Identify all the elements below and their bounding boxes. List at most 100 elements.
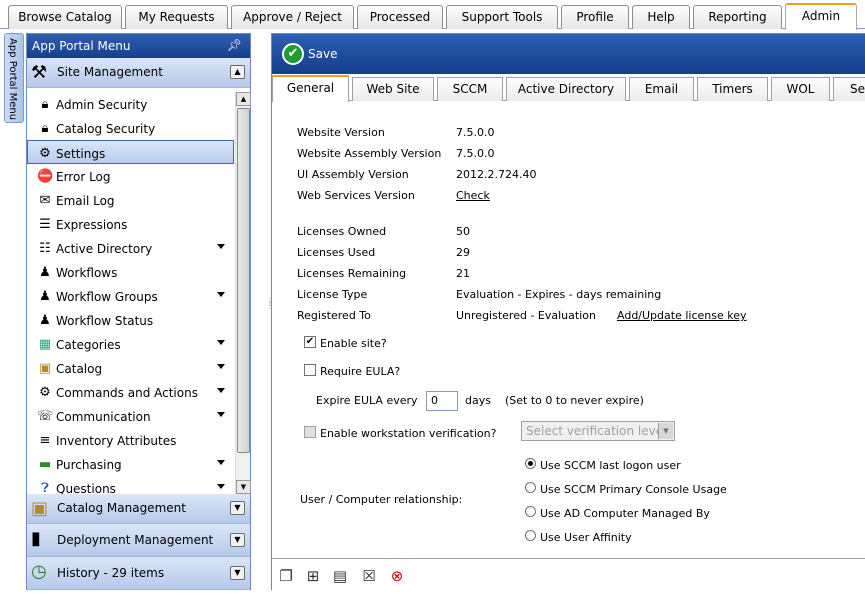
tab-wol[interactable]: WOL [771, 77, 830, 101]
app-portal-menu-strip[interactable]: App Portal Menu [4, 33, 24, 123]
enable-ws-verification-label: Enable workstation verification? [320, 427, 497, 440]
tile-windows-icon[interactable]: ⊞ [301, 565, 325, 587]
toolbar: ✔ Save [272, 34, 865, 74]
menu-item-workflows[interactable]: ♟ Workflows [27, 260, 237, 284]
web-services-label: Web Services Version [297, 189, 415, 202]
expand-catalog-management-button[interactable]: ▼ [230, 501, 245, 515]
menu-item-catalog-security[interactable]: 🔒︎ Catalog Security [27, 116, 237, 140]
close-window-icon[interactable]: ☒ [357, 565, 381, 587]
enable-site-checkbox[interactable]: ✔ [304, 336, 316, 348]
menu-scrollbar[interactable]: ▲ ▼ [235, 92, 251, 494]
expand-deployment-management-button[interactable]: ▼ [230, 533, 245, 547]
close-all-icon[interactable]: ⊗ [385, 565, 409, 587]
chevron-down-icon[interactable] [217, 412, 225, 417]
add-update-license-link[interactable]: Add/Update license key [617, 309, 747, 322]
menu-item-questions[interactable]: ❓︎ Questions [27, 476, 237, 494]
registered-to-value: Unregistered - Evaluation [456, 309, 596, 322]
tab-sccm[interactable]: SCCM [437, 77, 503, 101]
menu-item-workflow-groups[interactable]: ♟ Workflow Groups [27, 284, 237, 308]
group-deployment-management[interactable]: ▮ Deployment Management ▼ [27, 524, 250, 557]
group-site-management[interactable]: ⚒ Site Management ▲ [27, 58, 250, 88]
chevron-down-icon[interactable] [217, 388, 225, 393]
radio-sccm-primary-console[interactable] [525, 482, 536, 493]
tab-reporting[interactable]: Reporting [693, 5, 782, 29]
tab-general[interactable]: General [272, 75, 349, 102]
gear-icon: ⚙ [39, 146, 51, 161]
group-history[interactable]: ◷ History - 29 items ▼ [27, 557, 250, 590]
collapse-site-management-button[interactable]: ▲ [230, 65, 245, 79]
radio-sccm-last-logon[interactable] [525, 458, 536, 469]
group-catalog-management[interactable]: ▣ Catalog Management ▼ [27, 494, 250, 524]
chevron-down-icon[interactable] [217, 292, 225, 297]
menu-item-expressions[interactable]: ☰ Expressions [27, 212, 237, 236]
tab-approve-reject[interactable]: Approve / Reject [231, 5, 354, 29]
license-type-label: License Type [297, 288, 368, 301]
top-tab-bar: Browse Catalog My Requests Approve / Rej… [0, 0, 865, 30]
chevron-down-icon[interactable] [217, 364, 225, 369]
side-strip-label: App Portal Menu [7, 38, 18, 121]
menu-item-workflow-status[interactable]: ♟ Workflow Status [27, 308, 237, 332]
expand-history-button[interactable]: ▼ [230, 566, 245, 580]
verification-level-select[interactable]: Select verification level ▼ [521, 421, 675, 441]
licenses-owned-label: Licenses Owned [297, 225, 387, 238]
radio-ad-computer-managed-by-label: Use AD Computer Managed By [540, 507, 710, 520]
pin-icon[interactable]: 📌︎ [227, 38, 242, 52]
menu-item-commands-and-actions[interactable]: ⚙ Commands and Actions [27, 380, 237, 404]
menu-item-admin-security[interactable]: 🔒︎ Admin Security [27, 92, 237, 116]
expire-eula-input[interactable]: 0 [426, 391, 458, 411]
licenses-remaining-label: Licenses Remaining [297, 267, 407, 280]
settings-tabs: General Web Site SCCM Active Directory E… [272, 74, 865, 102]
menu-item-label: Catalog Security [56, 122, 156, 136]
tools-icon: ⚒ [31, 62, 48, 83]
scroll-thumb[interactable] [237, 108, 250, 453]
radio-ad-computer-managed-by[interactable] [525, 506, 536, 517]
tab-my-requests[interactable]: My Requests [125, 5, 228, 29]
menu-item-categories[interactable]: ▦ Categories [27, 332, 237, 356]
tab-email[interactable]: Email [629, 77, 694, 101]
gears-icon: ⚙ [39, 385, 51, 400]
radio-sccm-last-logon-label: Use SCCM last logon user [540, 459, 681, 472]
tab-active-directory[interactable]: Active Directory [506, 77, 626, 101]
chevron-down-icon[interactable] [217, 340, 225, 345]
tab-admin[interactable]: Admin [785, 3, 857, 30]
chevron-down-icon[interactable] [217, 484, 225, 489]
save-button[interactable]: ✔ Save [282, 43, 337, 65]
menu-item-active-directory[interactable]: ☷ Active Directory [27, 236, 237, 260]
expire-eula-label: Expire EULA every [316, 394, 418, 407]
radio-user-affinity[interactable] [525, 530, 536, 541]
chevron-down-icon[interactable] [217, 244, 225, 249]
assembly-version-label: Website Assembly Version [297, 147, 442, 160]
tab-help[interactable]: Help [632, 5, 690, 29]
tab-web-site[interactable]: Web Site [352, 77, 434, 101]
ui-assembly-value: 2012.2.724.40 [456, 168, 537, 181]
enable-ws-verification-checkbox[interactable] [304, 426, 316, 438]
tab-overflow[interactable]: Se [833, 77, 865, 101]
menu-item-label: Admin Security [56, 98, 148, 112]
window-icon[interactable]: ▤ [328, 565, 352, 587]
menu-item-settings[interactable]: ⚙ Settings [27, 140, 234, 164]
require-eula-checkbox[interactable] [304, 364, 316, 376]
menu-item-catalog[interactable]: ▣ Catalog [27, 356, 237, 380]
question-icon: ❓︎ [41, 481, 49, 494]
license-type-value: Evaluation - Expires - days remaining [456, 288, 662, 301]
tab-timers[interactable]: Timers [697, 77, 768, 101]
workflow-groups-icon: ♟ [39, 289, 51, 304]
menu-item-inventory-attributes[interactable]: ≡ Inventory Attributes [27, 428, 237, 452]
menu-item-communication[interactable]: ☏ Communication [27, 404, 237, 428]
history-icon: ◷ [31, 561, 47, 582]
website-version-row: Website Version 7.5.0.0 [297, 126, 494, 139]
tab-profile[interactable]: Profile [561, 5, 629, 29]
check-link[interactable]: Check [456, 189, 490, 202]
menu-item-email-log[interactable]: ✉ Email Log [27, 188, 237, 212]
tab-support-tools[interactable]: Support Tools [446, 5, 558, 29]
scroll-down-button[interactable]: ▼ [236, 480, 251, 494]
menu-item-error-log[interactable]: ⛔ Error Log [27, 164, 237, 188]
cascade-windows-icon[interactable]: ❐ [274, 565, 298, 587]
tab-browse-catalog[interactable]: Browse Catalog [8, 5, 122, 29]
scroll-up-button[interactable]: ▲ [236, 92, 251, 106]
tab-processed[interactable]: Processed [357, 5, 443, 29]
splitter-handle[interactable]: ⋮ ⋮ [266, 298, 274, 320]
menu-item-purchasing[interactable]: ▬ Purchasing [27, 452, 237, 476]
chevron-down-icon[interactable] [217, 460, 225, 465]
days-label: days [465, 394, 491, 407]
